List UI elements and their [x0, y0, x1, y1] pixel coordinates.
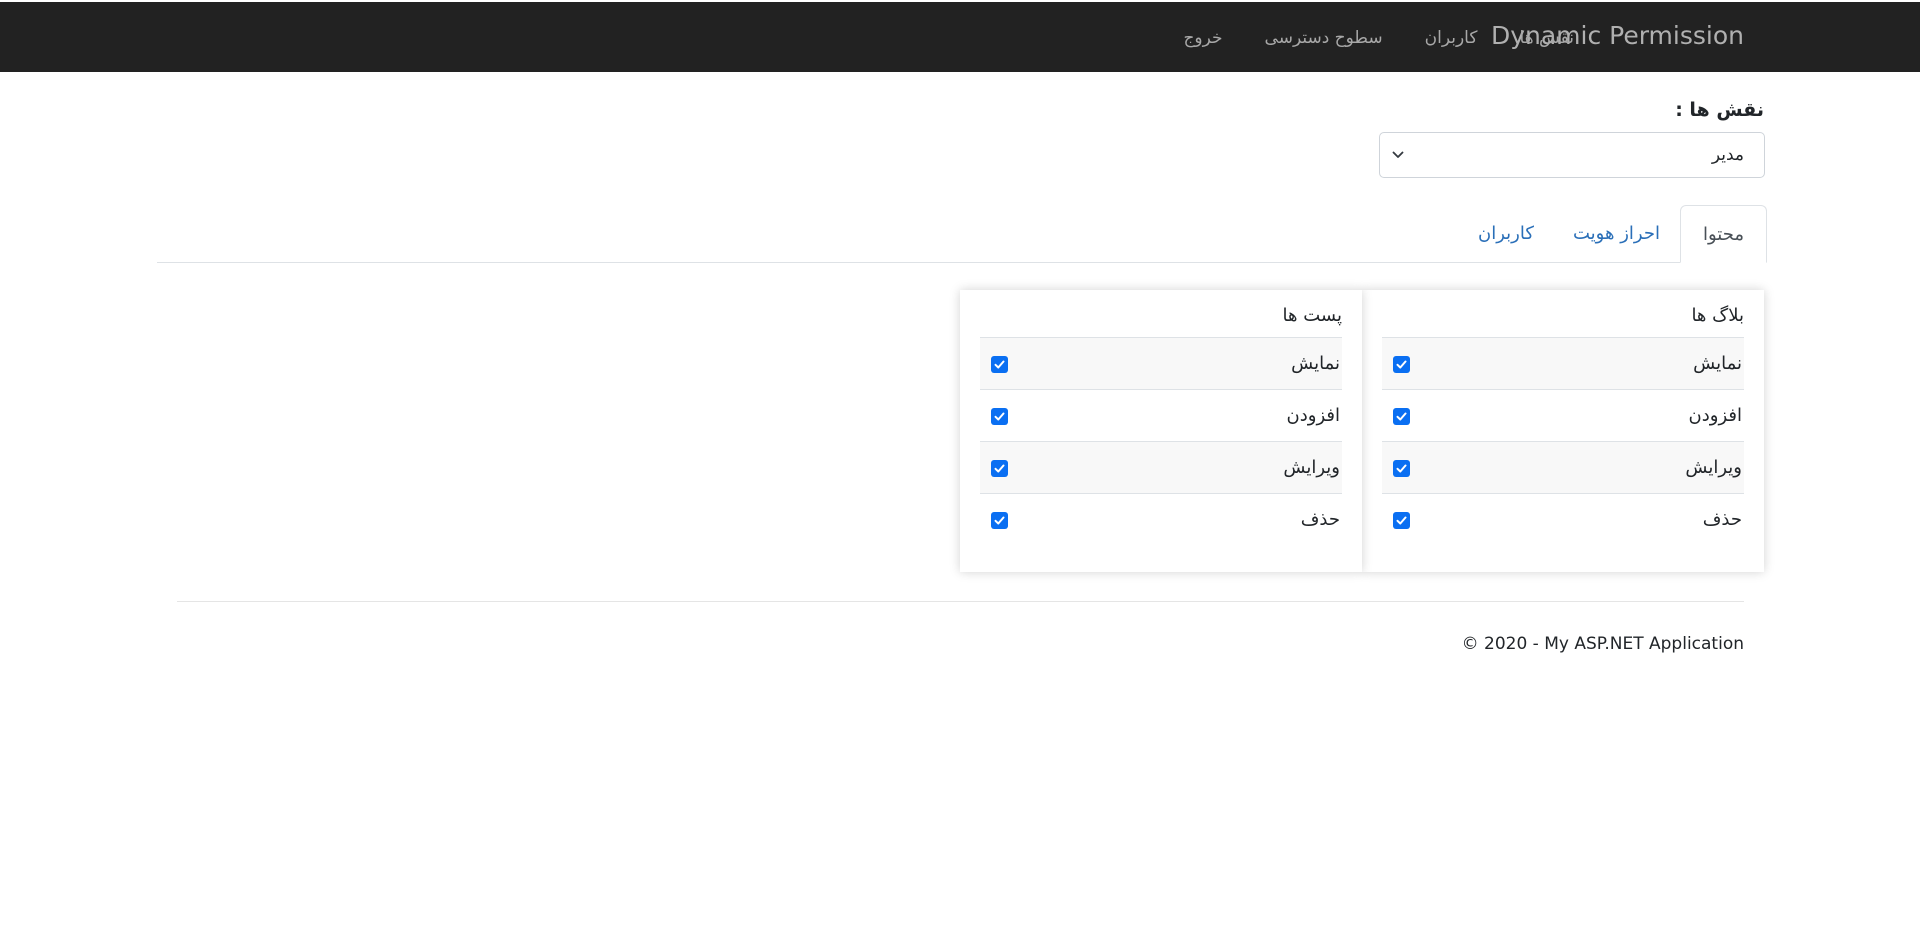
tab-authentication[interactable]: احراز هویت — [1573, 205, 1660, 263]
check-icon — [994, 360, 1005, 369]
card-title: پست ها — [1282, 305, 1342, 326]
nav-link-access-levels[interactable]: سطوح دسترسی — [1265, 28, 1383, 48]
permission-checkbox[interactable] — [1393, 460, 1410, 477]
nav-link-logout[interactable]: خروج — [1183, 28, 1222, 48]
permission-row: حذف — [980, 494, 1342, 546]
card-title: بلاگ ها — [1691, 305, 1744, 326]
nav-link-users[interactable]: کاربران — [1425, 28, 1478, 48]
permission-label: نمایش — [1693, 353, 1742, 374]
permission-checkbox[interactable] — [991, 512, 1008, 529]
permission-row: افزودن — [980, 390, 1342, 442]
roles-label: نقش ها : — [1675, 99, 1764, 121]
tab-users[interactable]: کاربران — [1478, 205, 1534, 263]
check-icon — [1396, 516, 1407, 525]
permission-label: ویرایش — [1685, 457, 1742, 478]
permission-label: ویرایش — [1283, 457, 1340, 478]
permission-label: حذف — [1300, 509, 1340, 530]
permission-checkbox[interactable] — [991, 408, 1008, 425]
permission-label: حذف — [1702, 509, 1742, 530]
check-icon — [994, 516, 1005, 525]
permission-card-blogs: بلاگ ها نمایش افزودن ویرایش حذف — [1362, 290, 1764, 572]
chevron-down-icon — [1392, 151, 1404, 158]
top-navbar: Dynamic Permission نقش ها کاربران سطوح د… — [0, 2, 1920, 72]
permission-list: نمایش افزودن ویرایش حذف — [980, 337, 1342, 546]
permission-list: نمایش افزودن ویرایش حذف — [1382, 337, 1744, 546]
permission-row: ویرایش — [980, 442, 1342, 494]
permission-row: حذف — [1382, 494, 1744, 546]
nav-link-roles[interactable]: نقش ها — [1519, 28, 1574, 48]
permission-card-posts: پست ها نمایش افزودن ویرایش حذف — [960, 290, 1362, 572]
permission-checkbox[interactable] — [991, 356, 1008, 373]
permission-label: افزودن — [1286, 405, 1340, 426]
nav-links: نقش ها کاربران سطوح دسترسی خروج — [1183, 28, 1574, 48]
role-select-value: مدیر — [1711, 145, 1744, 165]
permission-checkbox[interactable] — [1393, 356, 1410, 373]
tab-content[interactable]: محتوا — [1680, 205, 1767, 263]
check-icon — [1396, 412, 1407, 421]
permission-row: نمایش — [980, 338, 1342, 390]
permission-checkbox[interactable] — [1393, 408, 1410, 425]
footer-copyright: © 2020 - My ASP.NET Application — [1461, 634, 1744, 654]
permission-row: افزودن — [1382, 390, 1744, 442]
permission-label: نمایش — [1291, 353, 1340, 374]
permission-row: نمایش — [1382, 338, 1744, 390]
role-select[interactable]: مدیر — [1379, 132, 1765, 178]
permission-checkbox[interactable] — [1393, 512, 1410, 529]
check-icon — [994, 412, 1005, 421]
permission-row: ویرایش — [1382, 442, 1744, 494]
permission-label: افزودن — [1688, 405, 1742, 426]
check-icon — [994, 464, 1005, 473]
footer-divider — [177, 601, 1744, 602]
permission-checkbox[interactable] — [991, 460, 1008, 477]
check-icon — [1396, 360, 1407, 369]
check-icon — [1396, 464, 1407, 473]
